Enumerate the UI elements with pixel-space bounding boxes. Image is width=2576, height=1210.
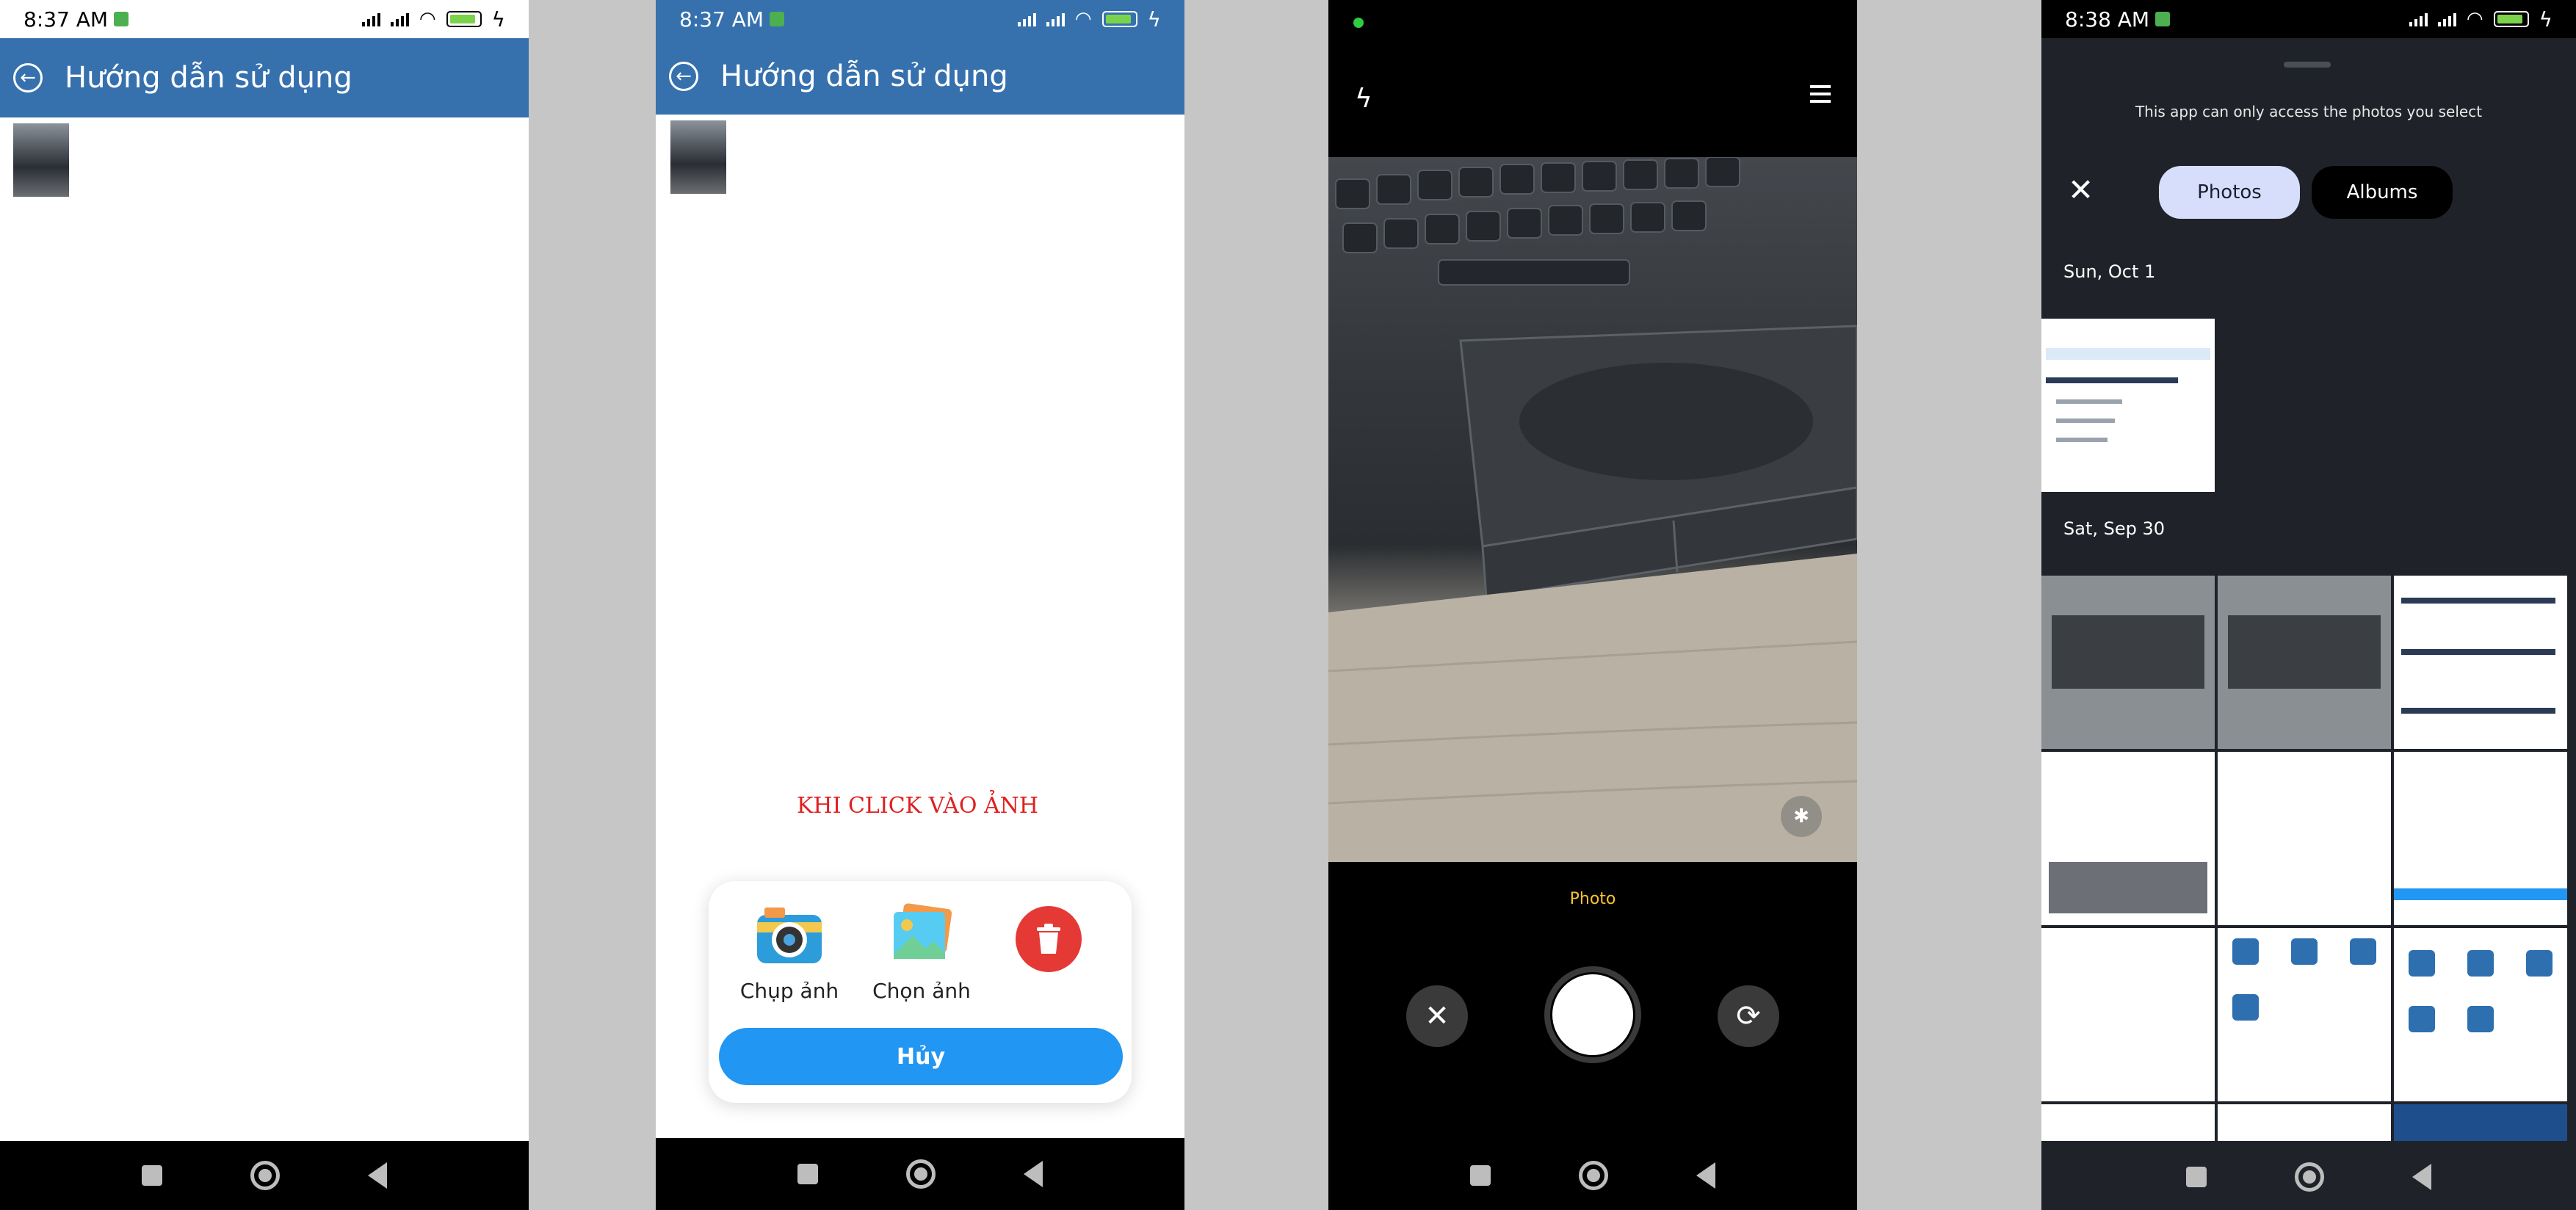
status-time: 8:37 AM [679,7,764,32]
wifi-icon: ◠ [2466,8,2483,30]
camera-icon [757,907,822,963]
photo-thumbnail[interactable] [2394,1104,2567,1141]
photo-thumbnail[interactable] [2041,928,2215,1101]
status-bar: 8:37 AM ◠ ϟ [0,0,529,38]
charging-icon: ϟ [2539,7,2553,32]
photo-thumbnail[interactable] [2394,752,2567,925]
charging-icon: ϟ [491,7,505,32]
click-note: KHI CLICK VÀO ẢNH [797,793,1039,819]
gallery-icon [894,903,952,959]
page-title: Hướng dẫn sử dụng [720,59,1008,93]
recents-button[interactable] [2186,1167,2207,1187]
camera-mode-label[interactable]: Photo [1328,890,1857,908]
photo-thumbnail[interactable] [2041,576,2215,749]
battery-icon [446,11,482,27]
back-button[interactable] [368,1162,387,1189]
camera-viewfinder[interactable]: ✱ [1328,157,1857,862]
phone-screen-1: 8:37 AM ◠ ϟ ← Hướng dẫn sử dụng [0,0,529,1210]
close-icon[interactable]: ✕ [2068,172,2094,208]
back-button[interactable] [1696,1162,1715,1189]
photo-thumbnail[interactable] [2041,1104,2215,1141]
status-time: 8:38 AM [2065,7,2150,32]
signal-icon [1046,12,1065,26]
home-button[interactable] [2295,1162,2324,1192]
phone-screen-2: 8:37 AM ◠ ϟ ← Hướng dẫn sử dụng KHI CLIC… [656,0,1184,1210]
back-button[interactable] [1024,1161,1043,1187]
delete-button[interactable] [1016,906,1082,972]
app-bar: ← Hướng dẫn sử dụng [656,38,1184,115]
menu-icon[interactable] [1810,85,1831,103]
signal-icon [390,12,409,26]
sim-icon [770,12,785,26]
photo-thumbnail[interactable] [2218,1104,2391,1141]
section-date: Sun, Oct 1 [2063,261,2156,282]
photo-thumbnail[interactable] [2394,576,2567,749]
system-nav-bar [0,1141,529,1210]
shutter-button[interactable] [1544,966,1641,1063]
signal-icon [2409,12,2428,26]
photo-thumbnail[interactable] [2041,752,2215,925]
picker-notice: This app can only access the photos you … [2135,103,2483,120]
status-time: 8:37 AM [23,7,109,32]
choose-photo-option[interactable]: Chọn ảnh [870,903,973,1003]
choose-photo-label: Chọn ảnh [872,979,971,1003]
page-title: Hướng dẫn sử dụng [65,61,352,95]
tab-photos[interactable]: Photos [2159,166,2300,219]
recents-button[interactable] [797,1164,818,1184]
home-button[interactable] [250,1161,280,1190]
close-camera-button[interactable]: ✕ [1406,985,1468,1047]
sheet-drag-handle[interactable] [2284,62,2331,68]
guide-image-thumbnail[interactable] [670,120,726,194]
phone-screen-3: ϟ ✱ Photo ✕ ⟳ [1328,0,1857,1210]
status-bar: 8:38 AM ◠ ϟ [2041,0,2576,38]
sim-icon [114,12,129,26]
battery-icon [2493,11,2529,27]
app-bar: ← Hướng dẫn sử dụng [0,38,529,117]
system-nav-bar [2041,1144,2576,1210]
signal-icon [2437,12,2456,26]
section-date: Sat, Sep 30 [2063,518,2166,539]
wifi-icon: ◠ [419,8,436,30]
back-button[interactable] [2412,1164,2431,1190]
home-button[interactable] [1579,1161,1608,1190]
home-button[interactable] [906,1159,936,1189]
photo-thumbnail[interactable] [2218,576,2391,749]
back-arrow-icon[interactable]: ← [669,62,698,91]
guide-image-thumbnail[interactable] [13,123,69,197]
photo-thumbnail[interactable] [2218,752,2391,925]
battery-icon [1101,11,1137,27]
system-nav-bar [1328,1141,1857,1210]
trash-icon [1037,924,1060,954]
flash-off-icon[interactable]: ϟ [1355,84,1372,114]
switch-camera-button[interactable]: ⟳ [1718,985,1779,1047]
ai-scene-icon[interactable]: ✱ [1781,796,1822,837]
phone-screen-4: 8:38 AM ◠ ϟ This app can only access the… [2041,0,2576,1210]
sim-icon [2155,12,2171,26]
signal-icon [361,12,380,26]
charging-icon: ϟ [1147,7,1161,32]
photo-thumbnail[interactable] [2218,928,2391,1101]
wifi-icon: ◠ [1074,8,1092,30]
cancel-button[interactable]: Hủy [719,1028,1123,1085]
system-nav-bar [656,1138,1184,1210]
take-photo-option[interactable]: Chụp ảnh [738,903,841,1003]
recents-button[interactable] [142,1165,162,1186]
tab-albums[interactable]: Albums [2312,166,2453,219]
take-photo-label: Chụp ảnh [739,979,839,1003]
photo-thumbnail[interactable] [2041,319,2215,492]
back-arrow-icon[interactable]: ← [13,63,43,93]
signal-icon [1017,12,1036,26]
status-bar: 8:37 AM ◠ ϟ [656,0,1184,38]
photo-thumbnail[interactable] [2394,928,2567,1101]
recents-button[interactable] [1470,1165,1491,1186]
privacy-dot-indicator [1353,18,1364,28]
image-action-sheet: Chụp ảnh Chọn ảnh Hủy [709,881,1132,1103]
viewfinder-scene [1328,157,1857,862]
